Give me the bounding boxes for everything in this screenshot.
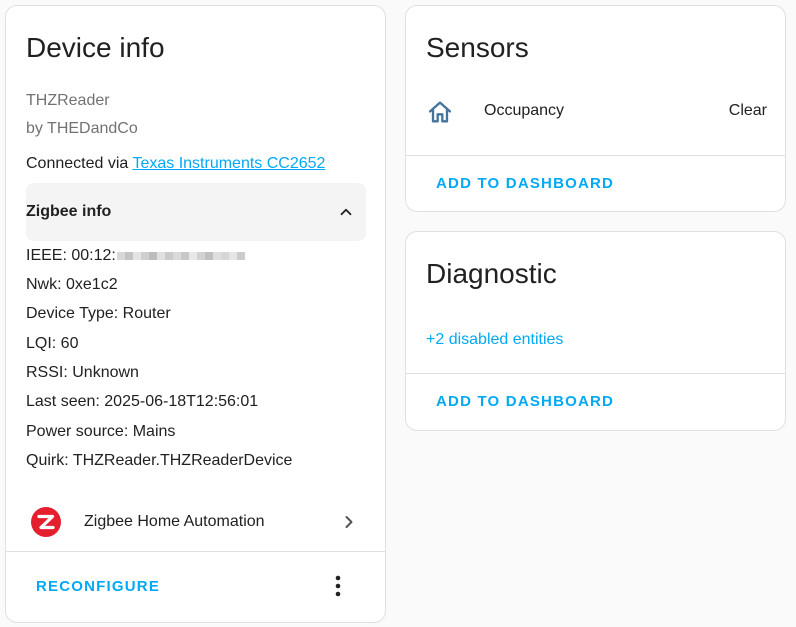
entity-row-occupancy[interactable]: Occupancy Clear: [406, 94, 785, 131]
lqi-line: LQI: 60: [26, 335, 79, 352]
nwk-line: Nwk: 0xe1c2: [26, 276, 118, 293]
device-info-title: Device info: [26, 32, 165, 63]
more-vert-icon[interactable]: [328, 574, 348, 598]
connected-via-prefix: Connected via: [26, 155, 133, 172]
add-to-dashboard-button[interactable]: ADD TO DASHBOARD: [436, 175, 614, 192]
last-seen-line: Last seen: 2025-06-18T12:56:01: [26, 393, 259, 410]
device-info-card: Device info THZReader by THEDandCo Conne…: [5, 5, 386, 623]
diagnostic-title: Diagnostic: [426, 258, 557, 289]
device-manufacturer: by THEDandCo: [26, 120, 138, 137]
chevron-right-icon: [339, 512, 359, 537]
integration-row-zha[interactable]: Zigbee Home Automation: [6, 502, 385, 542]
sensors-card: Sensors Occupancy Clear ADD TO DASHBOARD: [405, 5, 786, 212]
ieee-line: IEEE: 00:12:: [26, 247, 245, 265]
zha-logo-icon: [30, 506, 62, 538]
rssi-line: RSSI: Unknown: [26, 364, 139, 381]
disabled-entities-link[interactable]: +2 disabled entities: [426, 331, 563, 349]
connected-via-line: Connected via Texas Instruments CC2652: [26, 155, 325, 173]
ieee-text: IEEE: 00:12:: [26, 247, 116, 265]
reconfigure-button[interactable]: RECONFIGURE: [36, 578, 160, 595]
quirk-line: Quirk: THZReader.THZReaderDevice: [26, 452, 293, 469]
diagnostic-card: Diagnostic +2 disabled entities ADD TO D…: [405, 231, 786, 431]
redacted-ieee-blur: [116, 247, 245, 265]
zigbee-info-expander[interactable]: Zigbee info: [26, 183, 366, 241]
integration-label: Zigbee Home Automation: [84, 513, 265, 530]
zigbee-info-label: Zigbee info: [26, 203, 112, 220]
sensors-title: Sensors: [426, 32, 529, 63]
device-model: THZReader: [26, 92, 110, 109]
home-outline-icon: [426, 98, 454, 131]
power-source-line: Power source: Mains: [26, 423, 176, 440]
entity-name: Occupancy: [484, 102, 565, 119]
coordinator-link[interactable]: Texas Instruments CC2652: [132, 155, 325, 172]
card-actions-divider: [6, 551, 385, 552]
card-actions-divider: [406, 155, 785, 156]
chevron-up-icon: [334, 200, 358, 224]
device-type-line: Device Type: Router: [26, 305, 171, 322]
card-actions-divider: [406, 373, 785, 374]
add-to-dashboard-button[interactable]: ADD TO DASHBOARD: [436, 393, 614, 410]
entity-state: Clear: [728, 102, 767, 119]
